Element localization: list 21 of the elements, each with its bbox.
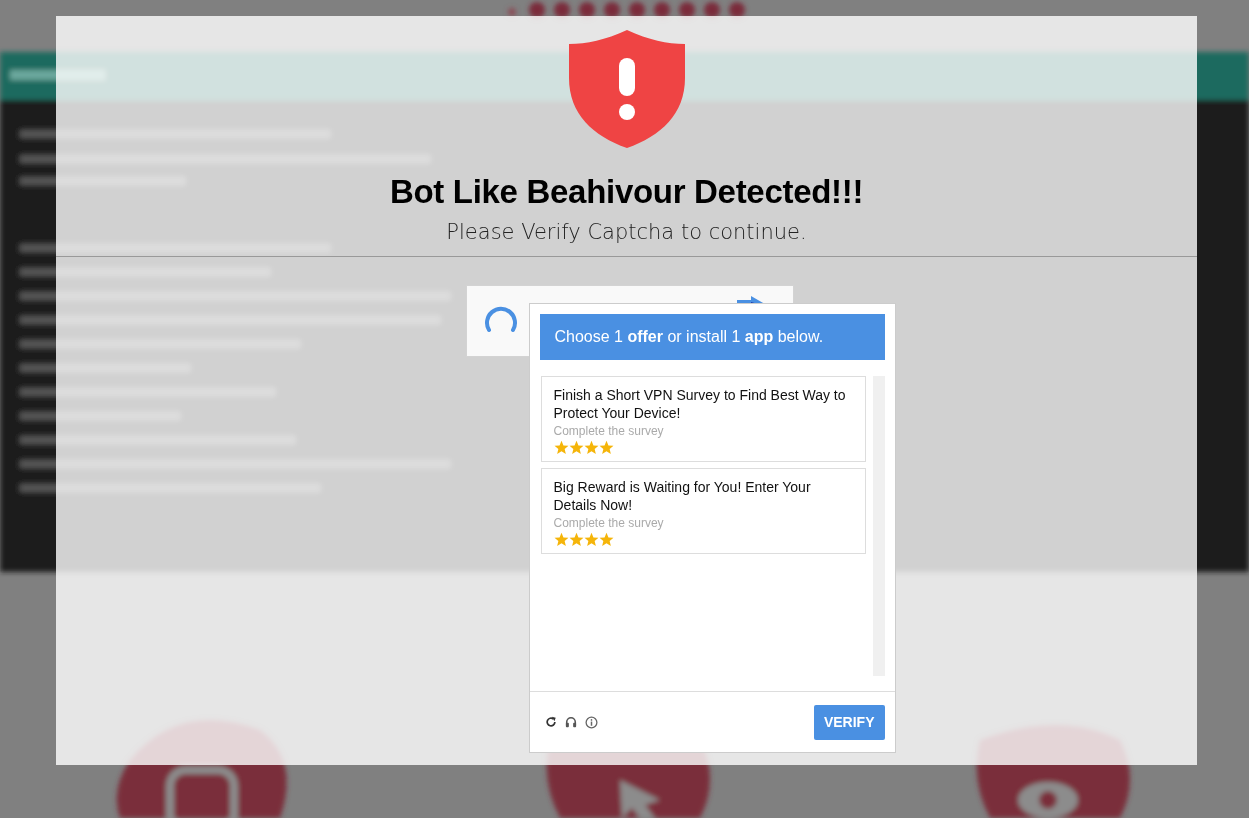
offer-title: Finish a Short VPN Survey to Find Best Way to Protect Your Device! (553, 386, 847, 422)
offer-action: Complete the survey (553, 424, 665, 438)
star-icon (568, 532, 584, 547)
star-icon (568, 440, 584, 455)
star-icon (583, 532, 599, 547)
star-icon (598, 440, 614, 455)
offer-title: Big Reward is Waiting for You! Enter Your Details Now! (553, 478, 812, 514)
shield-warning-icon (568, 30, 685, 148)
offer-card[interactable]: Big Reward is Waiting for You! Enter Your Details Now! Complete the survey (540, 468, 866, 554)
star-icon (598, 532, 614, 547)
offer-header: Choose 1 offer or install 1 app below. (554, 328, 824, 346)
headphones-icon[interactable] (564, 716, 577, 728)
star-icon (553, 440, 569, 455)
refresh-icon[interactable] (544, 716, 557, 728)
dialog-title: Bot Like Beahivour Detected!!! (389, 172, 864, 212)
dialog-subtitle: Please Verify Captcha to continue. (446, 219, 807, 246)
star-icon (583, 440, 599, 455)
info-icon[interactable] (584, 715, 598, 729)
offer-action: Complete the survey (553, 516, 665, 530)
offer-card[interactable]: Finish a Short VPN Survey to Find Best Way to Protect Your Device! Complete the survey (540, 376, 866, 462)
star-icon (553, 532, 569, 547)
